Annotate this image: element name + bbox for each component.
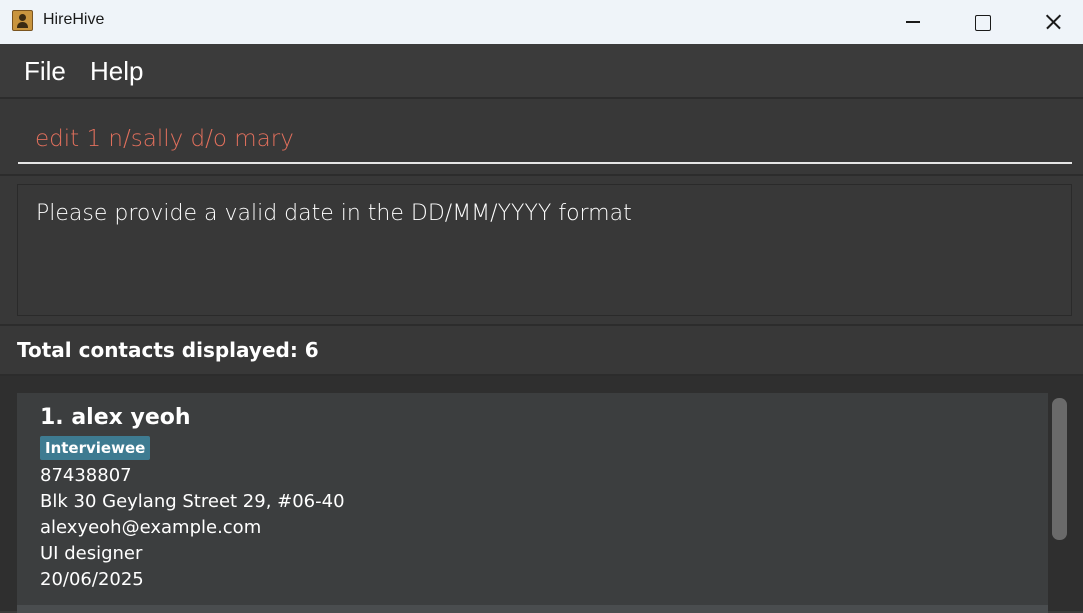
menu-help[interactable]: Help xyxy=(90,56,143,87)
result-message: Please provide a valid date in the DD/MM… xyxy=(36,201,632,226)
contact-address: Blk 30 Geylang Street 29, #06-40 xyxy=(40,491,345,512)
menu-bar: File Help xyxy=(0,44,1083,98)
command-input[interactable] xyxy=(18,116,1072,164)
command-box xyxy=(0,97,1083,174)
contact-list: 1. alex yeoh Interviewee 87438807 Blk 30… xyxy=(0,374,1083,613)
app-icon xyxy=(12,10,33,31)
contact-role: UI designer xyxy=(40,543,143,564)
menu-file[interactable]: File xyxy=(24,56,66,87)
contact-phone: 87438807 xyxy=(40,465,132,486)
title-bar: HireHive xyxy=(0,0,1083,44)
contacts-count: Total contacts displayed: 6 xyxy=(17,338,319,362)
contact-tag: Interviewee xyxy=(40,436,151,460)
contact-email: alexyeoh@example.com xyxy=(40,517,262,538)
minimize-button[interactable] xyxy=(890,0,936,44)
maximize-button[interactable] xyxy=(959,0,1005,44)
contact-name: 1. alex yeoh xyxy=(40,405,191,430)
window-title: HireHive xyxy=(43,11,105,28)
contact-card[interactable]: 1. alex yeoh Interviewee 87438807 Blk 30… xyxy=(17,393,1048,605)
contact-date: 20/06/2025 xyxy=(40,569,144,590)
close-button[interactable] xyxy=(1030,0,1076,44)
result-box[interactable]: Please provide a valid date in the DD/MM… xyxy=(17,184,1072,316)
status-area: Total contacts displayed: 6 xyxy=(0,324,1083,374)
contact-card-next[interactable] xyxy=(17,605,1048,613)
result-display: Please provide a valid date in the DD/MM… xyxy=(0,174,1083,324)
scrollbar-thumb[interactable] xyxy=(1052,398,1067,540)
